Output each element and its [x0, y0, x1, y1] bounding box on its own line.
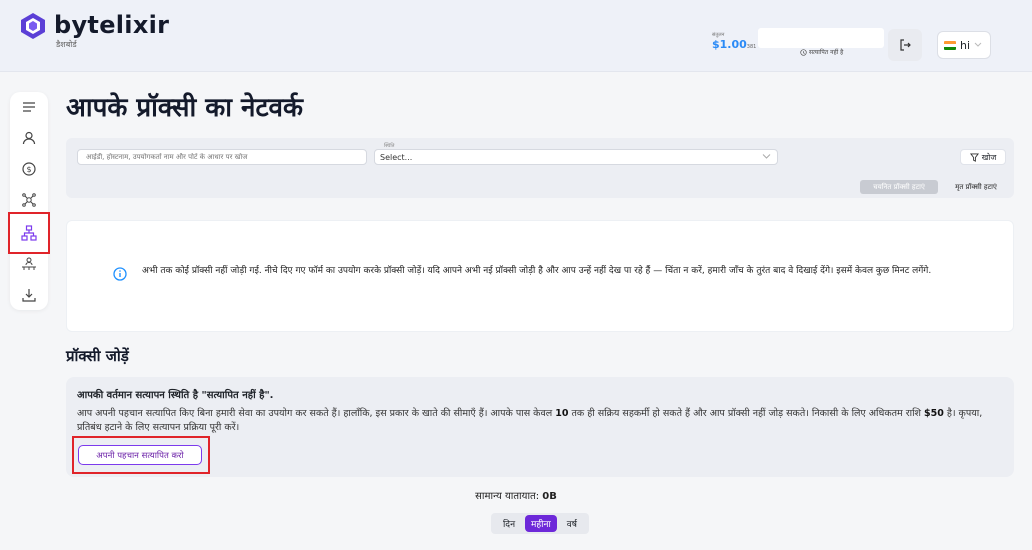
status-select-value: Select...: [380, 152, 413, 162]
verify-button-highlight: अपनी पहचान सत्यापित करो: [72, 436, 210, 474]
search-button[interactable]: खोज: [960, 149, 1006, 165]
clock-icon: [800, 48, 807, 56]
verification-note: सत्यापित नहीं है: [800, 48, 843, 56]
india-flag-icon: [944, 40, 956, 50]
add-proxy-section-title: प्रॉक्सी जोड़ें: [66, 347, 129, 365]
hexagon-logo-icon: [21, 13, 45, 39]
logout-button[interactable]: [888, 29, 922, 61]
delete-selected-proxies-button[interactable]: चयनित प्रॉक्सी हटाएं: [860, 180, 938, 194]
menu-icon: [23, 102, 35, 112]
sidebar-item-menu[interactable]: [10, 92, 48, 122]
verify-identity-button[interactable]: अपनी पहचान सत्यापित करो: [78, 445, 202, 465]
brand-subtitle: डैशबोर्ड: [56, 40, 77, 49]
language-select[interactable]: hi: [937, 31, 991, 59]
page-title: आपके प्रॉक्सी का नेटवर्क: [66, 93, 303, 123]
dollar-icon: $: [22, 162, 36, 176]
proxy-tree-icon: [21, 225, 37, 241]
empty-proxies-message: अभी तक कोई प्रॉक्सी नहीं जोड़ी गई. नीचे …: [142, 266, 932, 276]
withdrawal-limit: $50: [924, 408, 944, 419]
filter-panel: स्थिति Select... खोज चयनित प्रॉक्सी हटाए…: [66, 138, 1014, 198]
network-icon: [22, 193, 36, 207]
sidebar-item-referrals[interactable]: [10, 249, 48, 279]
verification-body: आप अपनी पहचान सत्यापित किए बिना हमारी से…: [77, 408, 983, 433]
sidebar-item-profile[interactable]: [10, 123, 48, 153]
balance-suffix: 381: [746, 44, 757, 50]
sidebar-item-balance[interactable]: $: [10, 154, 48, 184]
logout-icon: [900, 39, 911, 51]
sidebar-item-proxies[interactable]: [8, 212, 50, 254]
period-day[interactable]: दिन: [497, 515, 521, 532]
traffic-label: सामान्य यातायात:: [475, 491, 540, 502]
verification-heading: आपकी वर्तमान सत्यापन स्थिति है "सत्यापित…: [77, 390, 274, 401]
status-select[interactable]: Select...: [374, 149, 778, 165]
peer-limit: 10: [555, 408, 569, 419]
chevron-down-icon: [762, 154, 771, 159]
traffic-value: 0B: [542, 491, 557, 502]
brand-name: bytelixir: [54, 11, 170, 39]
filter-icon: [969, 152, 979, 162]
svg-text:$: $: [26, 165, 31, 174]
search-input[interactable]: [77, 149, 367, 165]
balance-amount: $1.00381: [712, 38, 757, 51]
sidebar-item-download[interactable]: [10, 280, 48, 310]
brand-logo[interactable]: bytelixir डैशबोर्ड: [20, 12, 169, 50]
sidebar-item-network[interactable]: [10, 185, 48, 215]
balance-display: संतुलन $1.00381: [712, 32, 756, 51]
period-year[interactable]: वर्ष: [561, 515, 583, 532]
verification-alert: आपकी वर्तमान सत्यापन स्थिति है "सत्यापित…: [66, 377, 1014, 477]
empty-proxies-notice: अभी तक कोई प्रॉक्सी नहीं जोड़ी गई. नीचे …: [66, 220, 1014, 332]
info-icon: [113, 267, 127, 281]
verification-status-box: [758, 28, 884, 48]
top-header: bytelixir डैशबोर्ड संतुलन $1.00381 सत्या…: [0, 0, 1032, 72]
language-value: hi: [960, 38, 971, 52]
sidebar: $: [8, 92, 50, 310]
download-icon: [22, 289, 36, 302]
period-month[interactable]: महीना: [525, 515, 557, 532]
delete-dead-proxies-button[interactable]: मृत प्रॉक्सी हटाएं: [944, 180, 1008, 194]
referral-icon: [22, 257, 36, 270]
total-traffic: सामान्य यातायात: 0B: [0, 488, 1032, 502]
user-icon: [22, 131, 36, 145]
chevron-down-icon: [974, 42, 982, 47]
period-toggle: दिन महीना वर्ष: [491, 513, 589, 534]
